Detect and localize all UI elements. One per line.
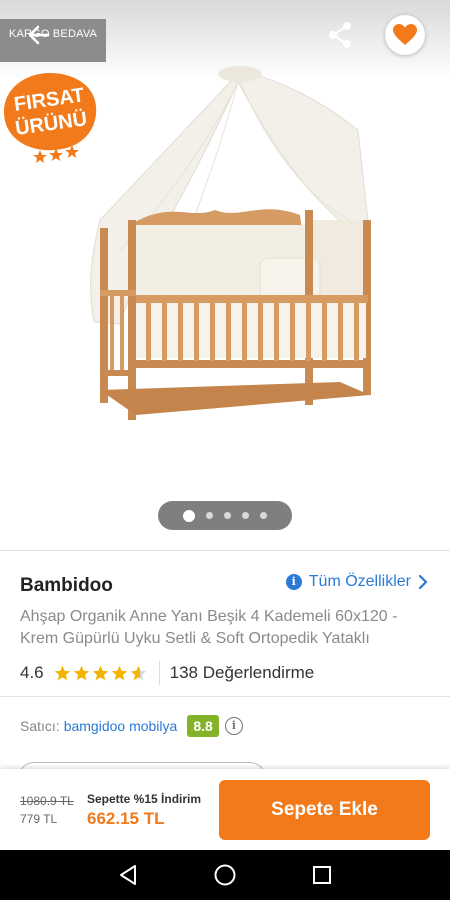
- seller-info-icon[interactable]: i: [224, 717, 243, 735]
- rating-stars: [54, 665, 147, 682]
- info-icon: i: [285, 574, 302, 590]
- cart-discount-label: Sepette %15 İndirim: [87, 792, 202, 806]
- all-specs-label: Tüm Özellikler: [308, 573, 411, 590]
- nav-home-button[interactable]: [211, 861, 239, 889]
- divider: [0, 550, 450, 551]
- star-icon: [73, 665, 89, 680]
- system-nav-bar: [0, 850, 450, 900]
- pagination-dot[interactable]: [224, 512, 231, 519]
- pagination-dot[interactable]: [183, 509, 195, 522]
- star-icon: [130, 665, 146, 680]
- circle-home-icon: [214, 864, 236, 886]
- free-shipping-badge: KARGO BEDAVA: [0, 19, 106, 62]
- add-to-cart-bar: 1080.9 TL 779 TL Sepette %15 İndirim 662…: [0, 769, 450, 850]
- share-button[interactable]: [326, 20, 354, 50]
- seller-label: Satıcı:: [20, 718, 60, 734]
- chevron-right-icon: [418, 574, 428, 590]
- rating-separator: [158, 661, 160, 685]
- rating-count[interactable]: 138 Değerlendirme: [170, 663, 315, 683]
- product-image[interactable]: [80, 60, 380, 430]
- back-button[interactable]: [26, 22, 52, 48]
- star-icon: [111, 665, 127, 680]
- seller-row[interactable]: Satıcı: bamgidoo mobilya 8.8 i: [20, 714, 243, 738]
- all-specs-link[interactable]: i Tüm Özellikler: [285, 573, 428, 591]
- star-icon: [92, 665, 108, 680]
- old-price: 1080.9 TL: [20, 794, 74, 808]
- deal-badge: FIRSAT ÜRÜNÜ: [4, 73, 97, 163]
- brand-name[interactable]: Bambidoo: [20, 575, 113, 597]
- heart-icon: [393, 24, 417, 45]
- seller-name-link[interactable]: bamgidoo mobilya: [64, 718, 178, 734]
- back-arrow-icon: [28, 25, 50, 45]
- product-gallery[interactable]: KARGO BEDAVA FIRSAT ÜRÜNÜ: [0, 0, 450, 550]
- rating-value: 4.6: [20, 663, 44, 682]
- rating-row[interactable]: 4.6 138 Değerlendirme: [20, 661, 314, 685]
- pagination-dot[interactable]: [206, 512, 213, 519]
- seller-score-badge: 8.8: [187, 715, 219, 737]
- square-recents-icon: [312, 866, 331, 884]
- triangle-back-icon: [120, 865, 137, 885]
- add-to-cart-button[interactable]: Sepete Ekle: [219, 780, 430, 840]
- pagination-dot[interactable]: [260, 512, 267, 519]
- discounted-price: 662.15 TL: [87, 809, 165, 828]
- share-icon: [329, 22, 351, 48]
- star-icon: [54, 665, 70, 680]
- divider: [0, 696, 450, 697]
- nav-recents-button[interactable]: [308, 861, 336, 889]
- favorite-button[interactable]: [385, 15, 425, 55]
- pagination-dot[interactable]: [242, 512, 249, 519]
- list-price: 779 TL: [20, 812, 58, 826]
- nav-back-button[interactable]: [114, 861, 142, 889]
- image-pagination[interactable]: [158, 501, 292, 530]
- product-title: Ahşap Organik Anne Yanı Beşik 4 Kademeli…: [20, 608, 398, 647]
